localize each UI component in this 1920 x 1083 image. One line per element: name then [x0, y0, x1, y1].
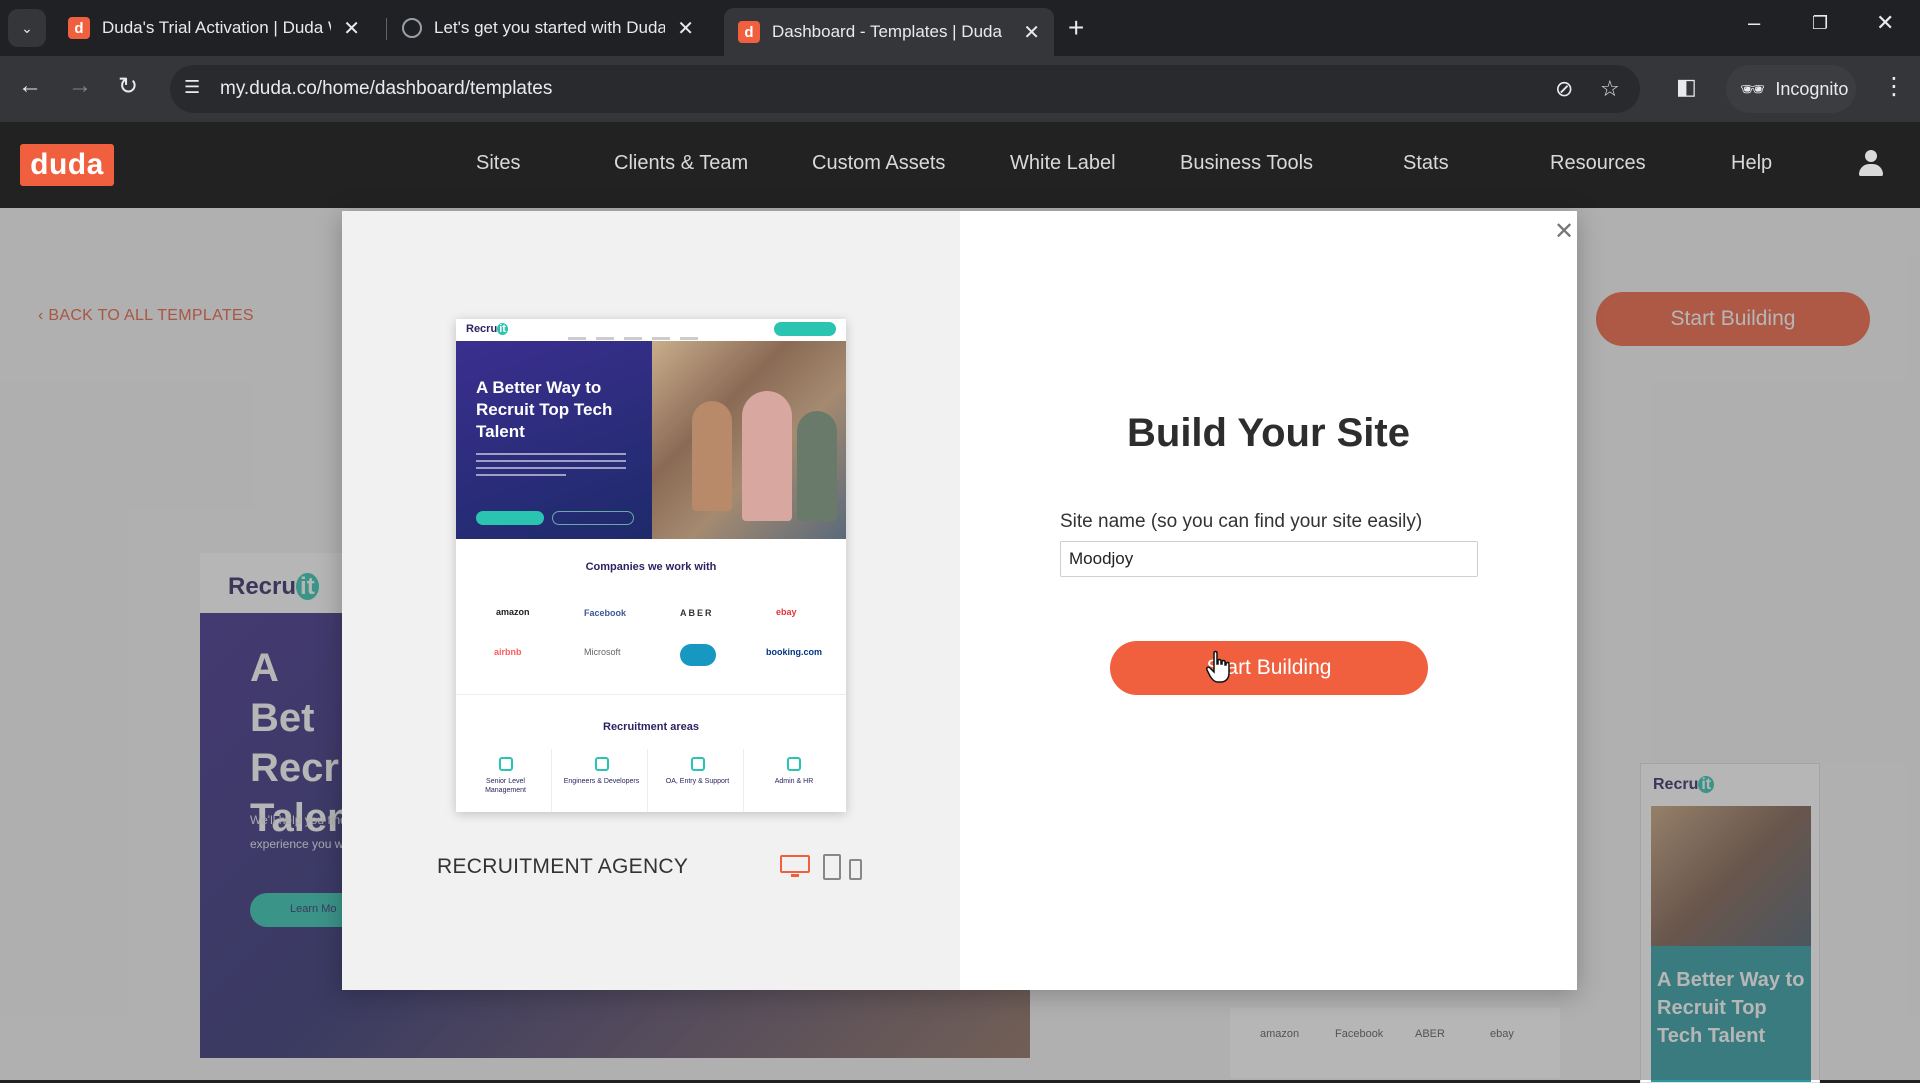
browser-tab-bar: ⌄ d Duda's Trial Activation | Duda W ✕ L… [0, 0, 1920, 56]
restore-icon[interactable]: ❐ [1812, 13, 1828, 34]
recruitment-areas-heading: Recruitment areas [603, 721, 699, 733]
new-tab-icon[interactable]: + [1068, 12, 1084, 44]
area-card: Admin & HR [748, 749, 840, 812]
incognito-label: Incognito [1775, 78, 1849, 99]
forward-arrow-icon[interactable]: → [68, 72, 92, 100]
close-tab-icon[interactable]: ✕ [677, 16, 694, 41]
company-logo: airbnb [494, 647, 522, 657]
side-panel-icon[interactable]: ◧ [1676, 74, 1697, 100]
tab-separator [386, 18, 387, 40]
nav-white-label[interactable]: White Label [1010, 152, 1116, 175]
area-card: OA, Entry & Support [652, 749, 744, 812]
duda-header: duda Sites Clients & Team Custom Assets … [0, 122, 1920, 208]
nav-stats[interactable]: Stats [1403, 152, 1449, 175]
companies-heading: Companies we work with [585, 561, 717, 573]
tablet-view-icon[interactable] [823, 854, 841, 880]
company-logo: Facebook [584, 608, 627, 618]
desktop-view-icon[interactable] [780, 855, 810, 877]
nav-resources[interactable]: Resources [1550, 152, 1646, 175]
reload-icon[interactable]: ↻ [118, 72, 138, 101]
template-thumbnail: Recru it A Better Way to Recruit Top Tech… [456, 319, 846, 812]
browser-menu-icon[interactable]: ⋮ [1882, 72, 1906, 101]
company-logo: Microsoft [584, 647, 621, 657]
browser-tab-trial-activation[interactable]: d Duda's Trial Activation | Duda W ✕ [54, 8, 374, 48]
modal-close-icon[interactable]: ✕ [1554, 217, 1574, 246]
eye-off-icon[interactable]: ⊘ [1555, 76, 1573, 102]
company-logo: ebay [776, 607, 797, 617]
company-logo: amazon [496, 607, 530, 617]
company-logo: booking.com [766, 647, 822, 657]
globe-favicon-icon [402, 18, 422, 38]
window-close-icon[interactable]: ✕ [1876, 10, 1894, 36]
hand-cursor-icon [1206, 650, 1230, 683]
template-preview-panel: Recru it A Better Way to Recruit Top Tech… [342, 211, 960, 990]
team-photo [652, 341, 846, 539]
recruit-logo: Recru it [466, 323, 508, 335]
browser-tab-templates[interactable]: d Dashboard - Templates | Duda ✕ [724, 8, 1054, 56]
close-tab-icon[interactable]: ✕ [343, 16, 360, 41]
build-site-modal: Recru it A Better Way to Recruit Top Tech… [342, 211, 1577, 990]
nav-help[interactable]: Help [1731, 152, 1772, 175]
tab-title: Let's get you started with Duda [434, 18, 666, 37]
nav-clients-team[interactable]: Clients & Team [614, 152, 748, 175]
company-logo: ABER [680, 608, 714, 618]
star-bookmark-icon[interactable]: ☆ [1600, 76, 1620, 102]
tab-title: Dashboard - Templates | Duda [772, 22, 1002, 41]
duda-favicon-icon: d [68, 17, 90, 39]
url-text[interactable]: my.duda.co/home/dashboard/templates [220, 78, 552, 100]
preview-hero-title: A Better Way to Recruit Top Tech Talent [476, 378, 613, 441]
mobile-view-icon[interactable] [849, 859, 862, 880]
nav-sites[interactable]: Sites [476, 152, 520, 175]
salesforce-logo [680, 644, 716, 666]
site-name-label: Site name (so you can find your site eas… [1060, 511, 1423, 532]
address-bar[interactable]: ☰ my.duda.co/home/dashboard/templates ⊘ … [170, 65, 1640, 113]
nav-custom-assets[interactable]: Custom Assets [812, 152, 945, 175]
site-name-input[interactable] [1060, 541, 1478, 577]
nav-business-tools[interactable]: Business Tools [1180, 152, 1313, 175]
area-card: Senior Level Management [460, 749, 552, 812]
duda-logo[interactable]: duda [20, 144, 114, 186]
site-settings-icon[interactable]: ☰ [184, 77, 200, 98]
start-building-button[interactable]: Start Building [1110, 641, 1428, 695]
back-arrow-icon[interactable]: ← [18, 72, 42, 100]
template-name: RECRUITMENT AGENCY [437, 855, 689, 878]
browser-tab-get-started[interactable]: Let's get you started with Duda ✕ [388, 8, 708, 48]
area-card: Engineers & Developers [556, 749, 648, 812]
tab-title: Duda's Trial Activation | Duda W [102, 18, 332, 37]
user-account-icon[interactable] [1858, 150, 1884, 178]
tab-search-button[interactable]: ⌄ [8, 9, 46, 47]
incognito-icon: 🕶 [1740, 78, 1766, 101]
minimize-icon[interactable]: – [1748, 10, 1760, 36]
modal-title: Build Your Site [1127, 411, 1410, 455]
browser-toolbar: ← → ↻ ☰ my.duda.co/home/dashboard/templa… [0, 56, 1920, 122]
incognito-badge[interactable]: 🕶 Incognito [1726, 65, 1856, 113]
duda-favicon-icon: d [738, 21, 760, 43]
close-tab-icon[interactable]: ✕ [1023, 20, 1040, 45]
